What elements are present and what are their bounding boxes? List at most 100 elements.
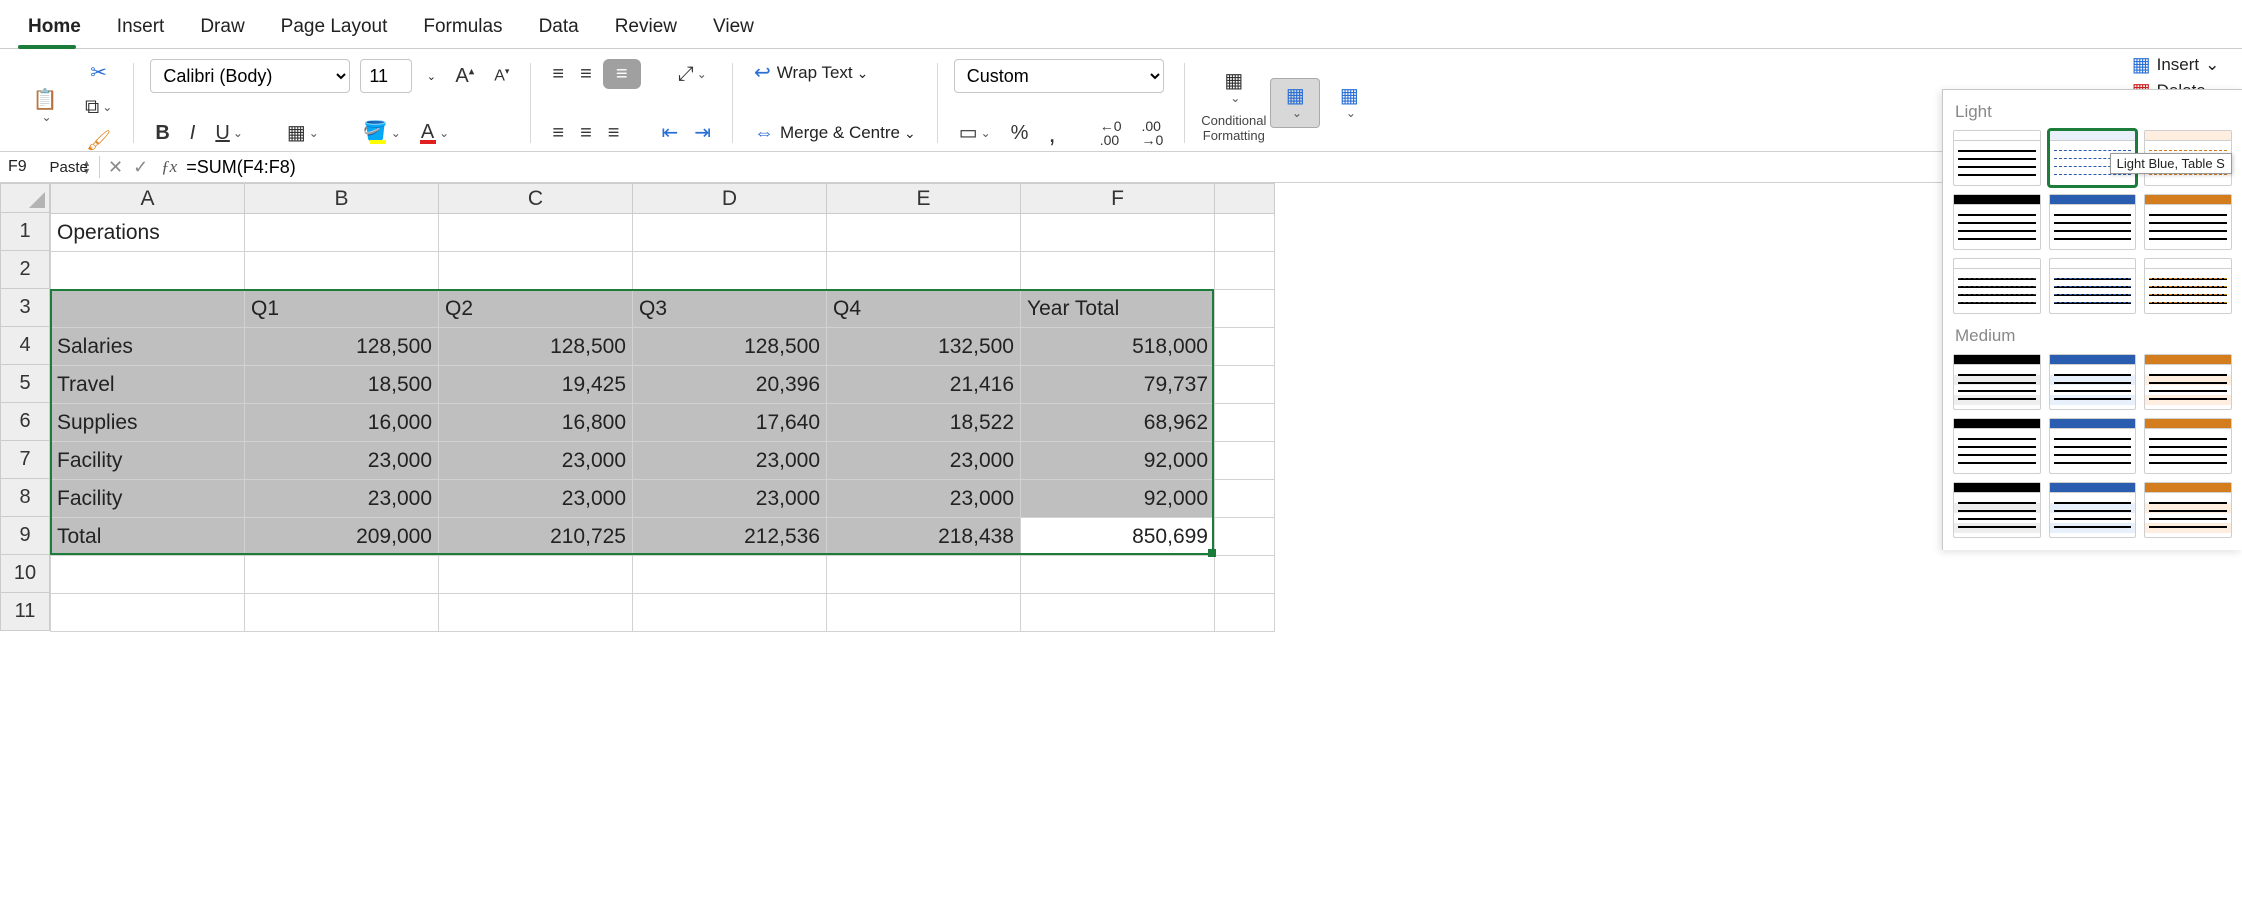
formula-input[interactable] (182, 155, 2242, 180)
style-light-blue[interactable]: Light Blue, Table S (2049, 130, 2137, 186)
cell[interactable]: 19,425 (439, 366, 633, 404)
align-top-button[interactable]: ≡ (547, 60, 569, 88)
row-header[interactable]: 9 (0, 517, 50, 555)
accounting-format-button[interactable]: ▭ (954, 119, 996, 147)
cell[interactable] (633, 252, 827, 290)
cell[interactable]: 23,000 (439, 480, 633, 518)
align-right-button[interactable]: ≡ (603, 119, 625, 147)
cell[interactable]: 92,000 (1021, 442, 1215, 480)
bold-button[interactable]: B (150, 119, 174, 147)
row-header[interactable]: 7 (0, 441, 50, 479)
cell[interactable] (245, 252, 439, 290)
cell[interactable]: 128,500 (633, 328, 827, 366)
cell[interactable]: 128,500 (439, 328, 633, 366)
col-header[interactable]: D (633, 184, 827, 214)
cell[interactable]: 20,396 (633, 366, 827, 404)
font-size-input[interactable] (360, 59, 412, 93)
row-header[interactable]: 10 (0, 555, 50, 593)
cell[interactable] (827, 594, 1021, 632)
cell[interactable]: 209,000 (245, 518, 439, 556)
cells-grid[interactable]: A B C D E F Operations Q1 Q2 Q3 Q4 Year … (50, 183, 1275, 632)
cell[interactable] (1215, 556, 1275, 594)
tab-home[interactable]: Home (10, 6, 99, 48)
cell[interactable]: Supplies (51, 404, 245, 442)
cell[interactable] (1215, 328, 1275, 366)
orientation-button[interactable]: ⤢ (673, 60, 712, 88)
cell[interactable] (51, 252, 245, 290)
cell[interactable] (1215, 404, 1275, 442)
cell[interactable]: Year Total (1021, 290, 1215, 328)
cell-active[interactable]: 850,699 (1021, 518, 1215, 556)
font-color-button[interactable]: A (416, 119, 454, 147)
cell[interactable]: 128,500 (245, 328, 439, 366)
fx-label[interactable]: ƒx (156, 157, 182, 177)
cell[interactable] (51, 556, 245, 594)
cell[interactable]: 79,737 (1021, 366, 1215, 404)
cell[interactable]: 210,725 (439, 518, 633, 556)
paste-button[interactable]: 📋 (20, 82, 70, 132)
tab-page-layout[interactable]: Page Layout (263, 6, 406, 48)
cell[interactable]: 23,000 (439, 442, 633, 480)
row-header[interactable]: 11 (0, 593, 50, 631)
decrease-font-button[interactable]: A▾ (489, 62, 514, 90)
align-middle-button[interactable]: ≡ (575, 60, 597, 88)
cell[interactable]: 16,000 (245, 404, 439, 442)
format-as-table-button[interactable]: ▦ (1270, 78, 1320, 128)
row-header[interactable]: 4 (0, 327, 50, 365)
cell[interactable]: 17,640 (633, 404, 827, 442)
row-header[interactable]: 6 (0, 403, 50, 441)
conditional-formatting-button[interactable]: ▦ (1209, 63, 1259, 113)
row-header[interactable]: 2 (0, 251, 50, 289)
cell[interactable] (51, 594, 245, 632)
cell[interactable]: 21,416 (827, 366, 1021, 404)
cell[interactable] (51, 290, 245, 328)
number-format-select[interactable]: Custom (954, 59, 1164, 93)
cell[interactable] (1215, 290, 1275, 328)
decrease-decimal-button[interactable]: .00→0 (1137, 119, 1169, 147)
cell[interactable] (1215, 594, 1275, 632)
cell[interactable]: 18,500 (245, 366, 439, 404)
cell[interactable]: 92,000 (1021, 480, 1215, 518)
align-bottom-button[interactable]: ≡ (603, 59, 641, 89)
col-header[interactable]: C (439, 184, 633, 214)
cell[interactable]: Travel (51, 366, 245, 404)
cell[interactable] (1215, 518, 1275, 556)
cell-styles-button[interactable]: ▦ (1324, 78, 1374, 128)
cell[interactable] (1215, 214, 1275, 252)
col-header[interactable]: E (827, 184, 1021, 214)
cell[interactable] (633, 214, 827, 252)
cell[interactable] (1215, 252, 1275, 290)
italic-button[interactable]: I (185, 119, 201, 147)
cell[interactable] (439, 594, 633, 632)
cell[interactable] (439, 214, 633, 252)
cell[interactable]: 16,800 (439, 404, 633, 442)
cell[interactable] (827, 556, 1021, 594)
tab-view[interactable]: View (695, 6, 772, 48)
col-header[interactable]: B (245, 184, 439, 214)
cell[interactable]: Q1 (245, 290, 439, 328)
align-left-button[interactable]: ≡ (547, 119, 569, 147)
cell[interactable] (633, 594, 827, 632)
cell[interactable]: Operations (51, 214, 245, 252)
cell[interactable]: Q2 (439, 290, 633, 328)
cell[interactable]: Q4 (827, 290, 1021, 328)
cell[interactable]: 132,500 (827, 328, 1021, 366)
cell[interactable] (245, 214, 439, 252)
cell[interactable] (1021, 252, 1215, 290)
borders-button[interactable]: ▦ (282, 119, 324, 147)
fill-color-button[interactable]: 🪣 (358, 119, 406, 147)
cell[interactable]: 23,000 (245, 442, 439, 480)
comma-button[interactable]: , (1043, 119, 1060, 147)
tab-insert[interactable]: Insert (99, 6, 183, 48)
cell[interactable] (1215, 480, 1275, 518)
decrease-indent-button[interactable]: ⇤ (656, 119, 683, 147)
cell[interactable]: 18,522 (827, 404, 1021, 442)
cell[interactable]: 218,438 (827, 518, 1021, 556)
cell[interactable]: 23,000 (827, 442, 1021, 480)
cell[interactable] (439, 252, 633, 290)
enter-formula-button[interactable]: ✓ (133, 157, 148, 178)
percent-button[interactable]: % (1006, 119, 1034, 147)
cell[interactable] (245, 594, 439, 632)
tab-draw[interactable]: Draw (182, 6, 262, 48)
row-header[interactable]: 1 (0, 213, 50, 251)
